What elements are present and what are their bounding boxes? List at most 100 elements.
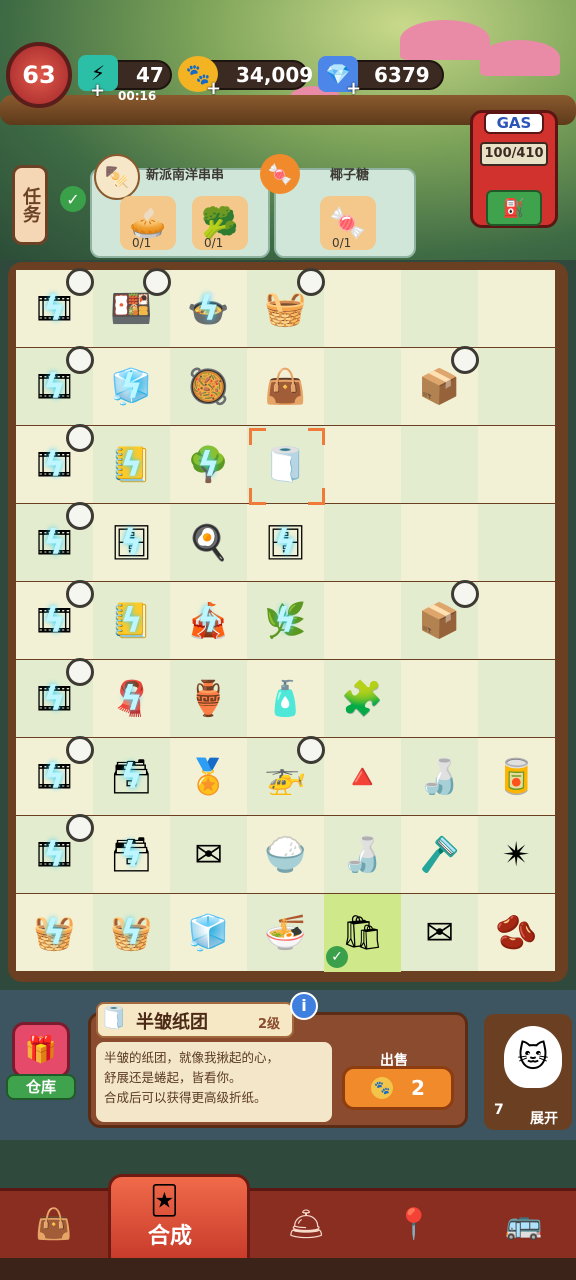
board-item[interactable]: 🫘: [478, 894, 555, 972]
locked-bolt-icon: ϟ: [274, 523, 297, 563]
board-item[interactable]: 🏺: [170, 660, 247, 738]
item-icon: ✴: [502, 835, 531, 875]
board-item[interactable]: 🧺 ϟ: [16, 894, 93, 972]
board-item[interactable]: 🍚: [247, 816, 324, 894]
locked-bolt-icon: ϟ: [120, 757, 143, 797]
stopwatch-icon: [66, 346, 94, 374]
board-item[interactable]: 🗄 ϟ: [247, 504, 324, 582]
selection-corner: [308, 428, 325, 445]
board-item[interactable]: 📒 ϟ: [93, 426, 170, 504]
board-item[interactable]: 🧊: [170, 894, 247, 972]
merge-board: 🎞 ϟ 🍱 🍲 ϟ 🧺 🎞 ϟ 🧊 ϟ 🥘 👜 📦 🎞 ϟ 📒 ϟ 🌳 ϟ 🧻 🎞 ϟ 🗄 ϟ 🍳 🗄 ϟ 🎞 ϟ 📒 ϟ 🎪 ϟ 🌿 ϟ 📦 🎞 ϟ 🧣 ϟ…: [14, 268, 562, 974]
board-item[interactable]: 👜: [247, 348, 324, 426]
board-item[interactable]: ✴: [478, 816, 555, 894]
board-item[interactable]: ✉: [170, 816, 247, 894]
board-cell[interactable]: [401, 270, 478, 347]
board-item[interactable]: 🍶: [324, 816, 401, 894]
nav-map-tab[interactable]: 📍: [374, 1196, 454, 1252]
crumpled-paper-icon: 🧻: [100, 1006, 128, 1031]
fuel-can-icon: ⛽: [486, 190, 542, 226]
locked-bolt-icon: ϟ: [197, 601, 220, 641]
item-icon: 🥘: [187, 367, 230, 407]
board-cell[interactable]: [478, 348, 555, 425]
board-item[interactable]: 🧣 ϟ: [93, 660, 170, 738]
requirement-count: 0/1: [332, 236, 352, 250]
board-item[interactable]: 🧴: [247, 660, 324, 738]
board-item[interactable]: ✉: [401, 894, 478, 972]
board-item[interactable]: 🍳: [170, 504, 247, 582]
item-icon: 🍱: [110, 289, 153, 329]
board-cell[interactable]: [324, 270, 401, 347]
sell-price: 2: [411, 1076, 425, 1100]
selection-corner: [249, 488, 266, 505]
item-icon: 🪒: [418, 835, 461, 875]
system-navigation-bar: [0, 1258, 576, 1280]
locked-bolt-icon: ϟ: [120, 367, 143, 407]
nav-restaurant-tab[interactable]: 🛎: [266, 1196, 346, 1252]
board-cell[interactable]: [401, 504, 478, 581]
board-item[interactable]: 🍲 ϟ: [170, 270, 247, 348]
requirement-count: 0/1: [132, 236, 152, 250]
item-description-line: 舒展还是蜷起，皆看你。: [104, 1070, 242, 1085]
locked-bolt-icon: ϟ: [120, 679, 143, 719]
nav-merge-label: 合成: [148, 1224, 193, 1249]
board-item[interactable]: 🏅: [170, 738, 247, 816]
gem-value: 6379: [374, 63, 430, 87]
shopping-bag-icon: 👜: [35, 1206, 73, 1242]
board-item[interactable]: 🎪 ϟ: [170, 582, 247, 660]
mushroom-decoration: [480, 40, 560, 76]
board-item[interactable]: 🧩: [324, 660, 401, 738]
board-item[interactable]: 🌿 ϟ: [247, 582, 324, 660]
board-cell[interactable]: [478, 426, 555, 503]
board-item[interactable]: 🍜: [247, 894, 324, 972]
board-item[interactable]: 🪒: [401, 816, 478, 894]
board-item[interactable]: 🗄 ϟ: [93, 504, 170, 582]
add-gems-button[interactable]: +: [346, 78, 361, 99]
locked-bolt-icon: ϟ: [43, 835, 66, 875]
add-energy-button[interactable]: +: [90, 80, 105, 101]
stopwatch-icon: [66, 502, 94, 530]
board-cell[interactable]: [478, 660, 555, 737]
board-cell[interactable]: [478, 504, 555, 581]
sell-button[interactable]: 🐾 2: [342, 1066, 454, 1110]
board-cell[interactable]: [324, 504, 401, 581]
item-icon: 🏅: [187, 757, 230, 797]
gas-value: 100/410: [480, 142, 548, 166]
player-level-badge[interactable]: 63: [6, 42, 72, 108]
nav-shop-tab[interactable]: 👜: [14, 1196, 94, 1252]
board-item[interactable]: 🧊 ϟ: [93, 348, 170, 426]
order-title: 椰子糖: [330, 168, 370, 183]
stopwatch-icon: [297, 736, 325, 764]
board-item[interactable]: 🧺 ϟ: [93, 894, 170, 972]
board-item[interactable]: 🔺: [324, 738, 401, 816]
board-item[interactable]: 🥫: [478, 738, 555, 816]
board-cell[interactable]: [478, 270, 555, 347]
coin-value: 34,009: [236, 63, 314, 87]
board-cell[interactable]: [324, 348, 401, 425]
board-cell[interactable]: [478, 582, 555, 659]
board-item[interactable]: 🌳 ϟ: [170, 426, 247, 504]
board-cell[interactable]: [401, 426, 478, 503]
board-cell[interactable]: [401, 660, 478, 737]
warehouse-button[interactable]: 🎁 仓库: [6, 1022, 76, 1102]
board-item[interactable]: 🗃 ϟ: [93, 816, 170, 894]
board-item[interactable]: 🥘: [170, 348, 247, 426]
info-icon[interactable]: i: [290, 992, 318, 1020]
locked-bolt-icon: ϟ: [197, 445, 220, 485]
locked-bolt-icon: ϟ: [120, 835, 143, 875]
board-cell[interactable]: [324, 426, 401, 503]
paw-coin-icon: 🐾: [371, 1077, 394, 1099]
board-item[interactable]: 🗃 ϟ: [93, 738, 170, 816]
item-name: 半皱纸团: [136, 1012, 208, 1033]
board-cell[interactable]: [324, 582, 401, 659]
item-icon: 🥫: [495, 757, 538, 797]
item-icon: 🍚: [264, 835, 307, 875]
add-coins-button[interactable]: +: [206, 78, 221, 99]
nav-bus-tab[interactable]: 🚌: [484, 1196, 564, 1252]
board-item[interactable]: 🍶: [401, 738, 478, 816]
stopwatch-icon: [66, 736, 94, 764]
board-item[interactable]: 📒 ϟ: [93, 582, 170, 660]
quest-tab[interactable]: 任务: [12, 165, 48, 245]
locked-bolt-icon: ϟ: [43, 601, 66, 641]
gas-label: GAS: [484, 112, 544, 134]
